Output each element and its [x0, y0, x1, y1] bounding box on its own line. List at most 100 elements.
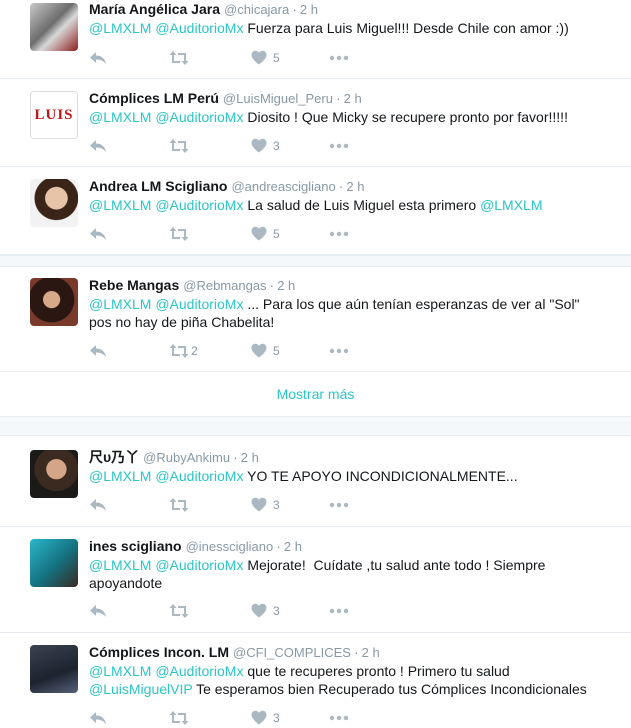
tweet[interactable]: Cómplices Incon. LM @CFI_COMPLICES · 2 h @L…	[0, 633, 631, 728]
retweet-icon[interactable]	[169, 226, 189, 242]
tweet[interactable]: Rebe Mangas @Rebmangas · 2 h @LMXLM @Audito…	[0, 267, 631, 372]
retweet-icon[interactable]	[169, 497, 189, 513]
handle[interactable]: @RubyAnkimu	[143, 450, 230, 465]
reply-icon[interactable]	[89, 138, 107, 154]
tweet-text: @LMXLM @AuditorioMx Mejorate! Cuídate ,t…	[89, 557, 546, 591]
timestamp[interactable]: 2 h	[344, 91, 362, 106]
avatar-logo-text: LUIS	[34, 107, 74, 123]
more-icon[interactable]	[329, 231, 349, 237]
timestamp[interactable]: 2 h	[362, 645, 380, 660]
retweet-count: 2	[191, 344, 198, 358]
avatar[interactable]	[30, 450, 78, 498]
tweet-actions: 5	[89, 48, 389, 68]
like-icon[interactable]	[251, 343, 267, 358]
timestamp[interactable]: 2 h	[241, 450, 259, 465]
handle[interactable]: @chicajara	[224, 2, 289, 17]
show-more-link[interactable]: Mostrar más	[0, 385, 631, 403]
handle[interactable]: @CFI_COMPLICES	[233, 645, 351, 660]
timestamp[interactable]: 2 h	[277, 278, 295, 293]
display-name[interactable]: Cómplices LM Perú	[89, 90, 219, 106]
mention-link[interactable]: @AuditorioMx	[155, 663, 243, 679]
retweet-icon[interactable]	[169, 50, 189, 66]
display-name[interactable]: ines scigliano	[89, 538, 182, 554]
reply-icon[interactable]	[89, 343, 107, 359]
tweet[interactable]: María Angélica Jara @chicajara · 2 h @LMXLM…	[0, 0, 631, 79]
mention-link[interactable]: @LMXLM	[89, 296, 151, 312]
reply-icon[interactable]	[89, 603, 107, 619]
mention-link[interactable]: @AuditorioMx	[155, 197, 243, 213]
retweet-icon[interactable]	[169, 603, 189, 619]
like-count: 5	[273, 227, 280, 241]
more-icon[interactable]	[329, 715, 349, 721]
handle[interactable]: @Rebmangas	[183, 278, 266, 293]
tweet-text: @LMXLM @AuditorioMx que te recuperes pro…	[89, 663, 587, 697]
mention-link[interactable]: @LMXLM	[89, 197, 151, 213]
more-icon[interactable]	[329, 143, 349, 149]
avatar[interactable]	[30, 179, 78, 227]
avatar[interactable]	[30, 278, 78, 326]
more-icon[interactable]	[329, 608, 349, 614]
avatar[interactable]	[30, 539, 78, 587]
display-name[interactable]: Andrea LM Scigliano	[89, 178, 227, 194]
reply-icon[interactable]	[89, 50, 107, 66]
reply-icon[interactable]	[89, 710, 107, 726]
like-icon[interactable]	[251, 603, 267, 618]
handle[interactable]: @andreascigliano	[231, 179, 335, 194]
display-name[interactable]: Rebe Mangas	[89, 277, 179, 293]
avatar[interactable]: LUIS	[30, 91, 78, 139]
display-name[interactable]: 尺υ乃丫	[89, 449, 139, 465]
reply-icon[interactable]	[89, 226, 107, 242]
like-count: 3	[273, 711, 280, 725]
like-count: 5	[273, 51, 280, 65]
mention-link[interactable]: @AuditorioMx	[155, 20, 243, 36]
timestamp[interactable]: 2 h	[346, 179, 364, 194]
more-icon[interactable]	[329, 55, 349, 61]
mention-link[interactable]: @AuditorioMx	[155, 109, 243, 125]
mention-link[interactable]: @LMXLM	[89, 109, 151, 125]
timestamp[interactable]: 2 h	[284, 539, 302, 554]
tweet-actions: 25	[89, 341, 389, 361]
mention-link[interactable]: @LMXLM	[480, 197, 542, 213]
mention-link[interactable]: @LMXLM	[89, 557, 151, 573]
retweet-icon[interactable]	[169, 710, 189, 726]
more-icon[interactable]	[329, 502, 349, 508]
like-count: 3	[273, 139, 280, 153]
like-count: 3	[273, 604, 280, 618]
handle[interactable]: @inesscigliano	[186, 539, 274, 554]
tweet[interactable]: 尺υ乃丫 @RubyAnkimu · 2 h @LMXLM @AuditorioMx …	[0, 436, 631, 527]
tweet-actions: 5	[89, 224, 389, 244]
avatar[interactable]	[30, 645, 78, 693]
mention-link[interactable]: @LMXLM	[89, 468, 151, 484]
tweet[interactable]: ines scigliano @inesscigliano · 2 h @LMXLM …	[0, 527, 631, 633]
retweet-icon[interactable]	[169, 138, 189, 154]
mention-link[interactable]: @AuditorioMx	[155, 557, 243, 573]
like-count: 5	[273, 344, 280, 358]
tweet-text: @LMXLM @AuditorioMx Diosito ! Que Micky …	[89, 109, 568, 125]
timestamp[interactable]: 2 h	[300, 2, 318, 17]
tweet-text: @LMXLM @AuditorioMx Fuerza para Luis Mig…	[89, 20, 569, 36]
mention-link[interactable]: @LuisMiguelVIP	[89, 681, 192, 697]
mention-link[interactable]: @AuditorioMx	[155, 468, 243, 484]
timeline-gap	[0, 416, 631, 436]
tweet[interactable]: LUIS Cómplices LM Perú @LuisMiguel_Peru · 2…	[0, 79, 631, 167]
mention-link[interactable]: @LMXLM	[89, 20, 151, 36]
mention-link[interactable]: @LMXLM	[89, 663, 151, 679]
like-icon[interactable]	[251, 138, 267, 153]
avatar[interactable]	[30, 3, 78, 51]
more-icon[interactable]	[329, 348, 349, 354]
display-name[interactable]: Cómplices Incon. LM	[89, 644, 229, 660]
like-count: 3	[273, 498, 280, 512]
tweet-text: @LMXLM @AuditorioMx YO TE APOYO INCONDIC…	[89, 468, 518, 484]
like-icon[interactable]	[251, 497, 267, 512]
like-icon[interactable]	[251, 710, 267, 725]
tweet[interactable]: Andrea LM Scigliano @andreascigliano · 2 h …	[0, 167, 631, 255]
display-name[interactable]: María Angélica Jara	[89, 1, 220, 17]
retweet-icon[interactable]	[169, 343, 189, 359]
mention-link[interactable]: @AuditorioMx	[155, 296, 243, 312]
reply-icon[interactable]	[89, 497, 107, 513]
tweet-actions: 3	[89, 495, 389, 515]
handle[interactable]: @LuisMiguel_Peru	[223, 91, 333, 106]
timeline-gap	[0, 255, 631, 267]
like-icon[interactable]	[251, 50, 267, 65]
like-icon[interactable]	[251, 226, 267, 241]
